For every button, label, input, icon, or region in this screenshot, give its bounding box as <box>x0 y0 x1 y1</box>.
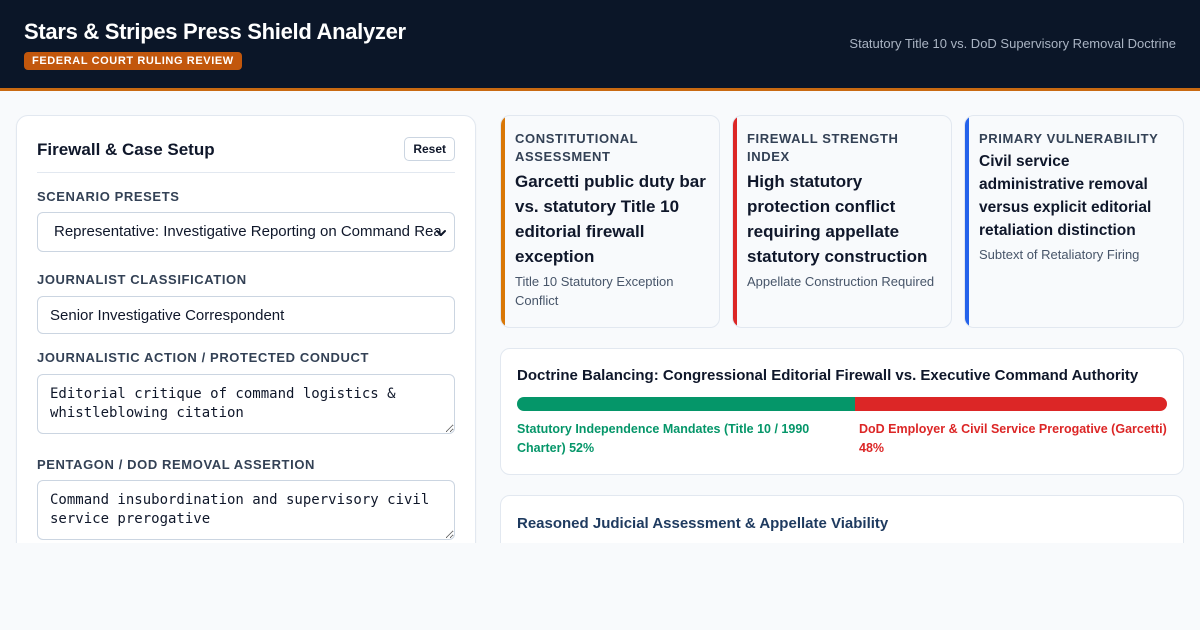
setup-panel-title: Firewall & Case Setup <box>37 140 215 159</box>
primary-vulnerability-card: PRIMARY VULNERABILITY Civil service admi… <box>964 115 1184 328</box>
card-accent-bar <box>965 116 969 327</box>
protected-conduct-textarea[interactable]: Editorial critique of command logistics … <box>37 374 455 434</box>
header-subtitle: Statutory Title 10 vs. DoD Supervisory R… <box>849 36 1176 51</box>
protected-conduct-label: JOURNALISTIC ACTION / PROTECTED CONDUCT <box>37 350 370 365</box>
journalist-classification-label: JOURNALIST CLASSIFICATION <box>37 272 247 287</box>
card-label: CONSTITUTIONAL ASSESSMENT <box>515 131 638 164</box>
card-value: Garcetti public duty bar vs. statutory T… <box>515 172 706 266</box>
removal-assertion-label: PENTAGON / DOD REMOVAL ASSERTION <box>37 457 316 472</box>
ruling-review-badge: FEDERAL COURT RULING REVIEW <box>24 52 242 70</box>
chevron-down-icon <box>436 230 446 236</box>
panel-divider <box>37 172 455 173</box>
card-accent-bar <box>501 116 505 327</box>
constitutional-assessment-card: CONSTITUTIONAL ASSESSMENT Garcetti publi… <box>500 115 720 328</box>
journalist-classification-input[interactable] <box>37 296 455 334</box>
app-title: Stars & Stripes Press Shield Analyzer <box>24 19 406 44</box>
independence-share-fill <box>517 397 855 411</box>
independence-share-label: Statutory Independence Mandates (Title 1… <box>517 422 810 455</box>
doctrine-balancing-card: Doctrine Balancing: Congressional Editor… <box>500 348 1184 475</box>
judicial-assessment-title: Reasoned Judicial Assessment & Appellate… <box>517 515 889 532</box>
reset-button[interactable]: Reset <box>404 137 455 161</box>
prerogative-share-label: DoD Employer & Civil Service Prerogative… <box>859 422 1167 455</box>
card-label: PRIMARY VULNERABILITY <box>979 131 1159 146</box>
doctrine-balancing-title: Doctrine Balancing: Congressional Editor… <box>517 367 1139 384</box>
scenario-presets-label: SCENARIO PRESETS <box>37 189 180 204</box>
judicial-assessment-card: Reasoned Judicial Assessment & Appellate… <box>500 495 1184 543</box>
app-header: Stars & Stripes Press Shield Analyzer FE… <box>0 0 1200 91</box>
scenario-presets-value: Representative: Investigative Reporting … <box>54 223 442 240</box>
scenario-presets-select[interactable]: Representative: Investigative Reporting … <box>37 212 455 252</box>
doctrine-balance-bar <box>517 397 1167 411</box>
card-value: High statutory protection conflict requi… <box>747 172 928 266</box>
prerogative-share-fill <box>855 397 1167 411</box>
firewall-strength-card: FIREWALL STRENGTH INDEX High statutory p… <box>732 115 952 328</box>
removal-assertion-textarea[interactable]: Command insubordination and supervisory … <box>37 480 455 540</box>
card-value: Civil service administrative removal ver… <box>979 153 1152 239</box>
card-accent-bar <box>733 116 737 327</box>
main-content[interactable]: Firewall & Case Setup Reset SCENARIO PRE… <box>0 91 1200 543</box>
setup-panel: Firewall & Case Setup Reset SCENARIO PRE… <box>16 115 476 543</box>
card-note: Title 10 Statutory Exception Conflict <box>515 274 674 308</box>
card-note: Subtext of Retaliatory Firing <box>979 247 1140 262</box>
card-label: FIREWALL STRENGTH INDEX <box>747 131 899 164</box>
card-note: Appellate Construction Required <box>747 274 935 289</box>
